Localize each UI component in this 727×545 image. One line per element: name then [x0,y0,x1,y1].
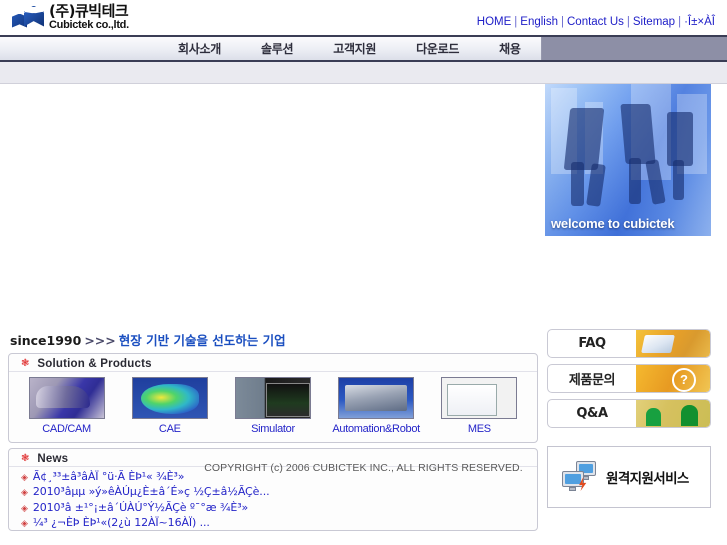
link-separator: | [561,16,564,28]
fea-mesh-icon [131,377,208,419]
top-utility-links: HOME | English | Contact Us | Sitemap | ·Î±×ÀÎ [477,16,715,28]
tagline: since1990 >>> 현장 기반 기술을 선도하는 기업 [10,330,286,349]
tagline-arrows: >>> [84,333,116,348]
news-item-text: 2010³âµµ »ý»êÀÚµ¿È±â´É»ç ½Ç±â½ÃÇè... [32,485,270,499]
logo-text: (주)큐빅테크 Cubictek co.,ltd. [49,4,129,31]
product-automation-robot[interactable]: Automation&Robot [327,377,425,435]
top-link-home[interactable]: HOME [477,16,512,28]
side-button-label: FAQ [578,336,606,351]
banner-caption: welcome to cubictek [551,216,675,231]
nav-items-container: 회사소개 솔루션 고객지원 다운로드 채용 [0,37,542,60]
tagline-since: since1990 [10,333,82,348]
product-label: MES [467,423,491,435]
nav-item-solution[interactable]: 솔루션 [241,37,313,60]
panel-bullet-icon: ❃ [21,358,30,369]
product-label: CAD/CAM [42,423,91,435]
product-mes[interactable]: MES [430,377,528,435]
folders-icon [636,330,710,357]
solution-panel-header: ❃ Solution & Products [9,354,537,372]
link-separator: | [678,16,682,28]
news-list: ◈ Ã¢¸³³±â³âÀÏ °ü·Ã ÈÞ¹« ¾È³» ◈ 2010³âµµ »ý… [9,467,537,532]
car-model-icon [28,377,105,419]
product-simulator[interactable]: Simulator [224,377,322,435]
site-header: (주)큐빅테크 Cubictek co.,ltd. HOME | English | C… [0,0,727,35]
product-label: Simulator [251,423,295,435]
list-bullet-icon: ◈ [21,488,28,499]
top-link-english[interactable]: English [520,16,558,28]
list-bullet-icon: ◈ [21,519,28,530]
page-root: (주)큐빅테크 Cubictek co.,ltd. HOME | English | C… [0,0,727,545]
question-mark-icon [636,365,710,392]
tagline-korean: 현장 기반 기술을 선도하는 기업 [118,333,286,348]
list-item[interactable]: ◈ 2010³âµµ »ý»êÀÚµ¿È±â´É»ç ½Ç±â½ÃÇè... [21,485,537,500]
list-item[interactable]: ◈ ¼³ ¿¬ÈÞ ÈÞ¹«(2¿ù 12ÀÏ~16ÀÏ) ... [21,516,537,531]
product-list: CAD/CAM CAE Simulator Automation&Robot M [9,372,537,435]
footer-copyright: COPYRIGHT (c) 2006 CUBICTEK INC., ALL RI… [204,462,523,474]
product-cad-cam[interactable]: CAD/CAM [18,377,116,435]
link-separator: | [514,16,518,28]
nav-left-spacer [8,37,158,60]
news-item-text: ¼³ ¿¬ÈÞ ÈÞ¹«(2¿ù 12ÀÏ~16ÀÏ) ... [32,516,210,530]
product-label: CAE [158,423,181,435]
nav-item-download[interactable]: 다운로드 [396,37,479,60]
product-label: Automation&Robot [332,423,420,435]
top-link-login[interactable]: ·Î±×ÀÎ [684,16,715,28]
list-bullet-icon: ◈ [21,473,28,483]
side-button-faq[interactable]: FAQ [547,329,711,358]
solution-products-panel: ❃ Solution & Products CAD/CAM CAE Simula… [8,353,538,443]
nav-item-recruit[interactable]: 채용 [479,37,540,60]
side-button-label: Q&A [576,406,608,421]
cnc-simulator-icon [234,377,311,419]
top-link-contact-us[interactable]: Contact Us [567,16,624,28]
cube-logo-icon [12,5,44,31]
nav-item-company[interactable]: 회사소개 [158,37,241,60]
news-item-text: 2010³â ±¹°¡±â´ÚÀÚ°Ý½ÃÇè º¯°æ ¾È³» [32,500,249,514]
remote-support-button[interactable]: 원격지원서비스 [547,446,711,508]
solution-panel-title: Solution & Products [37,357,152,370]
side-button-product-inquiry[interactable]: 제품문의 [547,364,711,393]
link-separator: | [626,16,630,28]
subnav-strip [0,62,727,84]
chart-dashboard-icon [441,377,518,419]
product-cae[interactable]: CAE [121,377,219,435]
visual-row: welcome to cubictek [0,84,727,252]
logo-korean-name: (주)큐빅테크 [49,2,129,20]
news-panel: ❃ News ◈ Ã¢¸³³±â³âÀÏ °ü·Ã ÈÞ¹« ¾È³» ◈ 2010… [8,448,538,531]
logo-english-name: Cubictek co.,ltd. [49,19,129,31]
welcome-banner-image[interactable]: welcome to cubictek [545,84,711,236]
nav-item-support[interactable]: 고객지원 [313,37,396,60]
nav-filler [541,37,727,60]
two-people-icon [636,400,710,427]
list-item[interactable]: ◈ 2010³â ±¹°¡±â´ÚÀÚ°Ý½ÃÇè º¯°æ ¾È³» [21,501,537,516]
page-body: welcome to cubictek since1990 >>> 현장 기반 기술… [0,84,727,531]
side-button-qna[interactable]: Q&A [547,399,711,428]
top-link-sitemap[interactable]: Sitemap [633,16,675,28]
site-logo[interactable]: (주)큐빅테크 Cubictek co.,ltd. [12,4,129,31]
list-bullet-icon: ◈ [21,503,28,514]
production-line-icon [338,377,415,419]
main-navigation: 회사소개 솔루션 고객지원 다운로드 채용 [0,35,727,62]
side-button-label: 제품문의 [568,373,616,388]
